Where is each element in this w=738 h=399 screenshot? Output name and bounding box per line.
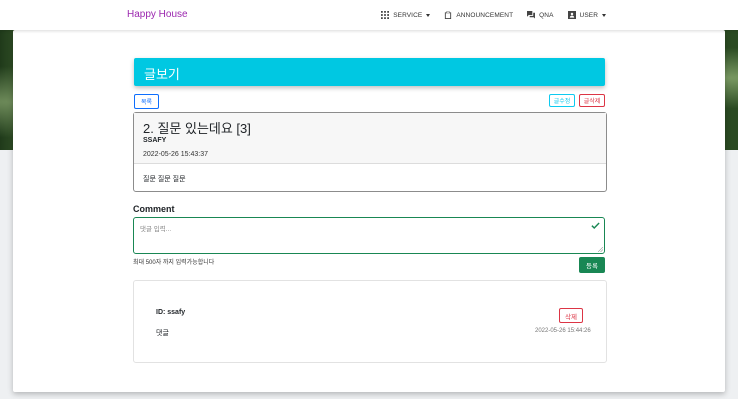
comment-author: ID: ssafy — [156, 309, 186, 316]
delete-article-button[interactable]: 글삭제 — [579, 94, 605, 107]
resize-handle-icon[interactable] — [598, 247, 603, 252]
nav-qna[interactable]: QNA — [527, 11, 553, 19]
page-title: 글보기 — [144, 67, 180, 82]
nav-user[interactable]: USER — [567, 11, 606, 19]
user-card-icon — [567, 11, 576, 19]
article-content: 질문 질문 질문 — [143, 176, 186, 183]
article-title: 2. 질문 있는데요 [3] — [143, 121, 251, 136]
comment-input[interactable]: 댓글 입력... — [133, 217, 605, 254]
nav-qna-label: QNA — [539, 11, 554, 19]
comment-placeholder: 댓글 입력... — [140, 226, 172, 233]
comment-item: ID: ssafy 댓글 삭제 2022-05-26 15:44:26 — [133, 280, 607, 363]
article-header: 2. 질문 있는데요 [3] SSAFY 2022-05-26 15:43:37 — [134, 113, 606, 164]
article-date: 2022-05-26 15:43:37 — [143, 151, 208, 158]
nav-announcement[interactable]: ANNOUNCEMENT — [444, 11, 513, 19]
content-card: 글보기 목록 글수정 글삭제 2. 질문 있는데요 [3] SSAFY 2022… — [13, 30, 725, 392]
comment-text: 댓글 — [156, 330, 169, 337]
caret-down-icon — [602, 13, 606, 17]
nav-user-label: USER — [579, 11, 598, 19]
edit-article-button[interactable]: 글수정 — [549, 94, 575, 107]
nav-service[interactable]: SERVICE — [381, 11, 431, 19]
article-author: SSAFY — [143, 137, 167, 144]
grid-icon — [381, 11, 390, 19]
nav-service-label: SERVICE — [393, 11, 423, 19]
nav-announcement-label: ANNOUNCEMENT — [456, 11, 514, 19]
caret-down-icon — [426, 13, 431, 17]
comment-date: 2022-05-26 15:44:26 — [535, 328, 591, 334]
nav-menu: SERVICE ANNOUNCEMENT QNA USER — [381, 0, 606, 30]
delete-comment-button[interactable]: 삭제 — [559, 308, 583, 323]
page-header: 글보기 — [134, 58, 605, 86]
clipboard-icon — [445, 11, 452, 19]
article-card: 2. 질문 있는데요 [3] SSAFY 2022-05-26 15:43:37… — [133, 112, 607, 192]
brand-logo[interactable]: Happy House — [127, 9, 188, 20]
top-navbar: Happy House SERVICE ANNOUNCEMENT QNA USE… — [0, 0, 738, 30]
submit-comment-button[interactable]: 등록 — [579, 257, 605, 273]
comment-helper-text: 최대 500자 까지 입력가능합니다 — [133, 260, 215, 266]
check-icon — [591, 222, 600, 230]
list-button[interactable]: 목록 — [134, 94, 159, 109]
chat-icon — [527, 11, 536, 19]
comment-label: Comment — [133, 204, 175, 214]
